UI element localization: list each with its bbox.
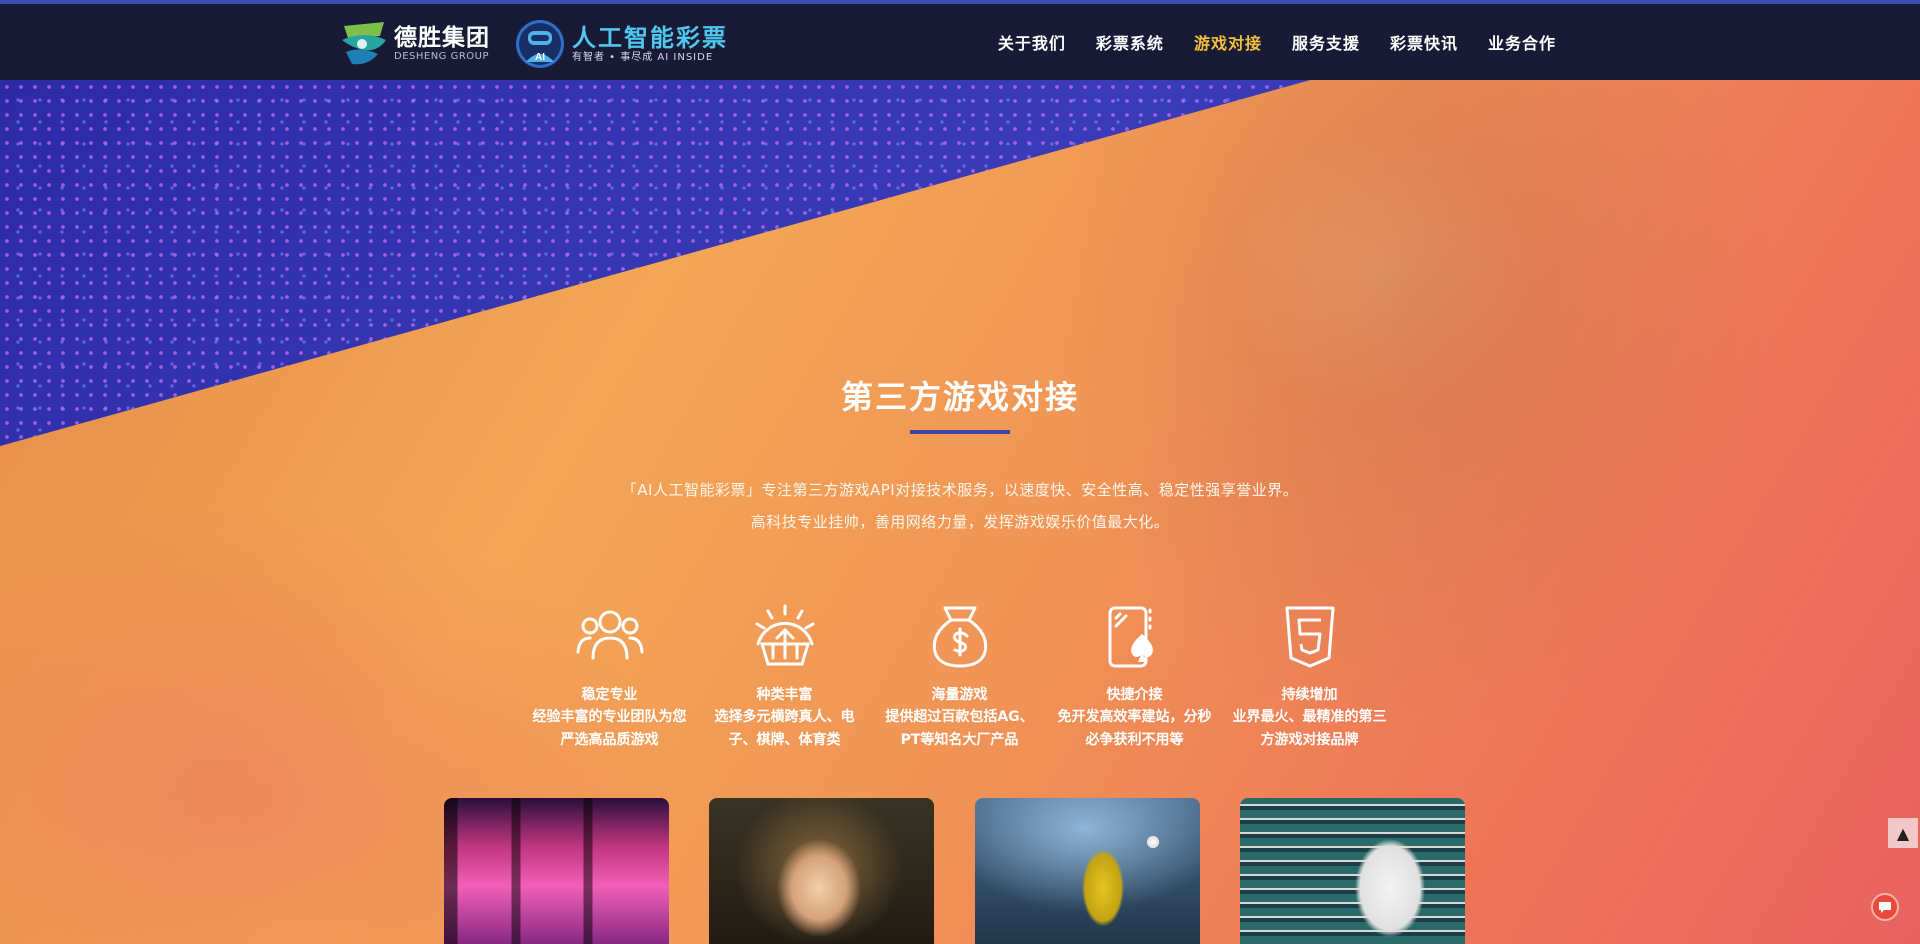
site-header: 德胜集团 DESHENG GROUP AI 人工智能彩票 有智者 • 事尽成 A…: [0, 0, 1920, 80]
ai-robot-logo-icon: AI: [514, 18, 566, 70]
sports-card[interactable]: [975, 798, 1200, 944]
ai-lottery-logo[interactable]: AI 人工智能彩票 有智者 • 事尽成 AI INSIDE: [514, 18, 728, 70]
feature-desc: 方游戏对接品牌: [1260, 732, 1359, 748]
feature-title: 海量游戏: [931, 687, 988, 703]
html5-icon: [1285, 606, 1334, 668]
gear-growth-icon: [755, 604, 814, 666]
nav-business-cooperation[interactable]: 业务合作: [1476, 4, 1568, 80]
nav-lottery-system[interactable]: 彩票系统: [1084, 4, 1176, 80]
feature-desc: PT等知名大厂产品: [900, 732, 1019, 748]
nav-game-integration[interactable]: 游戏对接: [1181, 0, 1274, 80]
title-underline: [910, 430, 1010, 434]
top-accent-line: [0, 0, 1920, 4]
slot-machine-card[interactable]: [444, 798, 669, 944]
chat-button[interactable]: [1871, 893, 1899, 921]
game-cards: [0, 798, 1920, 944]
desheng-logo[interactable]: 德胜集团 DESHENG GROUP: [338, 18, 490, 70]
nav-about[interactable]: 关于我们: [986, 4, 1078, 80]
feature-desc: 业界最火、最精准的第三: [1232, 709, 1387, 725]
feature-title: 种类丰富: [756, 687, 813, 703]
feature-desc: 免开发高效率建站，分秒: [1057, 709, 1212, 725]
desheng-logo-cn: 德胜集团: [394, 25, 490, 51]
feature-desc: 子、棋牌、体育类: [728, 732, 841, 748]
page-title: 第三方游戏对接: [840, 378, 1079, 416]
feature-item: 快捷介接 免开发高效率建站，分秒 必争获利不用等: [1047, 600, 1222, 752]
scroll-top-button[interactable]: ▲: [1888, 818, 1918, 848]
feature-title: 持续增加: [1281, 687, 1338, 703]
feature-desc: 提供超过百款包括AG、: [885, 709, 1034, 725]
feature-desc: 选择多元横跨真人、电: [714, 709, 855, 725]
feature-item: 种类丰富 选择多元横跨真人、电 子、棋牌、体育类: [697, 600, 872, 752]
intro-line-2: 高科技专业挂帅，善用网络力量，发挥游戏娱乐价值最大化。: [750, 513, 1170, 531]
ai-badge-text: AI: [535, 52, 545, 63]
live-casino-card[interactable]: [709, 798, 934, 944]
feature-item: 稳定专业 经验丰富的专业团队为您 严选高品质游戏: [522, 600, 697, 752]
money-bag-icon: [932, 606, 987, 668]
feature-title: 快捷介接: [1106, 687, 1163, 703]
feature-desc: 严选高品质游戏: [560, 732, 659, 748]
ai-logo-slogan: 有智者 • 事尽成 AI INSIDE: [572, 52, 714, 63]
feature-item: 持续增加 业界最火、最精准的第三 方游戏对接品牌: [1222, 600, 1397, 752]
nav-lottery-news[interactable]: 彩票快讯: [1378, 4, 1470, 80]
desheng-logo-en: DESHENG GROUP: [394, 51, 490, 62]
feature-desc: 必争获利不用等: [1085, 732, 1184, 748]
mobile-spade-icon: [1108, 606, 1153, 668]
poker-card[interactable]: [1240, 798, 1465, 944]
feature-desc: 经验丰富的专业团队为您: [532, 709, 687, 725]
logo-group[interactable]: 德胜集团 DESHENG GROUP AI 人工智能彩票 有智者 • 事尽成 A…: [338, 18, 728, 70]
feature-item: 海量游戏 提供超过百款包括AG、 PT等知名大厂产品: [872, 600, 1047, 752]
chat-icon: [1879, 902, 1891, 913]
ai-logo-cn: 人工智能彩票: [572, 24, 728, 52]
team-icon: [576, 610, 643, 660]
main-nav: 关于我们 彩票系统 游戏对接 服务支援 彩票快讯 业务合作: [980, 0, 1568, 80]
desheng-logo-icon: [338, 18, 390, 70]
intro-line-1: 「AI人工智能彩票」专注第三方游戏API对接技术服务，以速度快、安全性高、稳定性…: [621, 481, 1299, 499]
feature-title: 稳定专业: [581, 687, 638, 703]
nav-service-support[interactable]: 服务支援: [1280, 4, 1372, 80]
